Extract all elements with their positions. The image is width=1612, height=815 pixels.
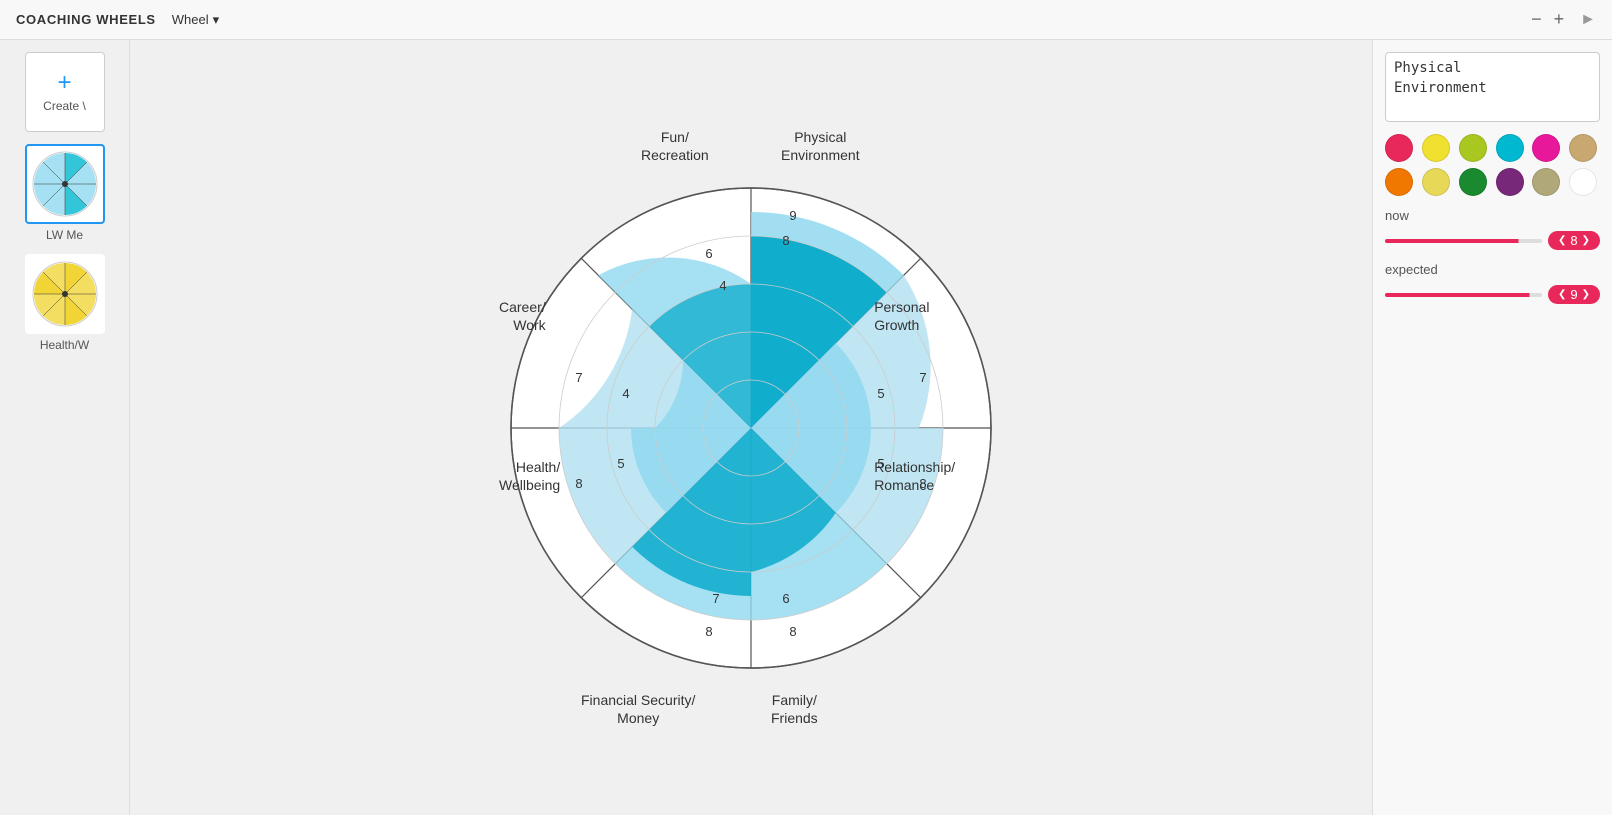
health-thumbnail[interactable] (25, 254, 105, 334)
chevron-down-icon: ▾ (213, 12, 220, 28)
label-personal-growth: PersonalGrowth (874, 298, 929, 334)
color-swatch-orange[interactable] (1385, 168, 1413, 196)
color-swatch-magenta[interactable] (1532, 134, 1560, 162)
svg-text:5: 5 (617, 456, 624, 471)
color-swatch-khaki[interactable] (1532, 168, 1560, 196)
svg-text:7: 7 (575, 370, 582, 385)
now-slider-row: ❮ 8 ❯ (1385, 231, 1600, 250)
color-swatch-tan[interactable] (1569, 134, 1597, 162)
zoom-out-button[interactable]: − (1531, 9, 1542, 30)
svg-text:6: 6 (782, 591, 789, 606)
now-slider-badge: ❮ 8 ❯ (1548, 231, 1600, 250)
expected-chevron-left[interactable]: ❮ (1558, 289, 1566, 300)
sidebar-item-health[interactable]: Health/W (25, 254, 105, 352)
create-label: Create \ (43, 99, 86, 113)
label-relationship-romance: Relationship/Romance (874, 458, 955, 494)
right-panel: Physical Environment now ❮ 8 (1372, 40, 1612, 815)
color-swatch-light-yellow[interactable] (1422, 168, 1450, 196)
zoom-controls: − + (1531, 9, 1564, 30)
label-physical-environment: PhysicalEnvironment (781, 128, 860, 164)
svg-text:4: 4 (719, 278, 726, 293)
expected-chevron-right[interactable]: ❯ (1582, 289, 1590, 300)
color-swatch-white[interactable] (1569, 168, 1597, 196)
svg-text:8: 8 (575, 476, 582, 491)
label-family-friends: Family/Friends (771, 691, 818, 727)
sidebar: + Create \ (0, 40, 130, 815)
now-slider-section: now ❮ 8 ❯ (1385, 208, 1600, 250)
wheel-container: 9 8 7 5 8 5 8 6 8 7 8 5 7 4 (471, 118, 1031, 738)
segment-name-input[interactable]: Physical Environment (1385, 52, 1600, 122)
svg-text:8: 8 (782, 233, 789, 248)
color-swatch-yellow-green[interactable] (1459, 134, 1487, 162)
now-slider-track[interactable] (1385, 239, 1542, 243)
lw-me-label: LW Me (46, 228, 83, 242)
color-palette (1385, 134, 1600, 196)
svg-text:9: 9 (789, 208, 796, 223)
sidebar-item-lw-me[interactable]: LW Me (25, 144, 105, 242)
svg-text:4: 4 (622, 386, 629, 401)
svg-text:6: 6 (705, 246, 712, 261)
wheel-menu-button[interactable]: Wheel ▾ (172, 12, 219, 28)
topnav: COACHING WHEELS Wheel ▾ − + ► (0, 0, 1612, 40)
create-wheel-button[interactable]: + Create \ (25, 52, 105, 132)
lw-me-thumbnail[interactable] (25, 144, 105, 224)
plus-icon: + (57, 71, 71, 95)
now-chevron-left[interactable]: ❮ (1558, 235, 1566, 246)
app-title: COACHING WHEELS (16, 12, 156, 27)
canvas: 9 8 7 5 8 5 8 6 8 7 8 5 7 4 (130, 40, 1372, 815)
color-swatch-purple[interactable] (1496, 168, 1524, 196)
color-swatch-green[interactable] (1459, 168, 1487, 196)
expected-slider-badge: ❮ 9 ❯ (1548, 285, 1600, 304)
svg-text:5: 5 (877, 386, 884, 401)
main-content: + Create \ (0, 40, 1612, 815)
label-career-work: Career/Work (499, 298, 546, 334)
send-button[interactable]: ► (1580, 11, 1596, 29)
svg-text:7: 7 (919, 370, 926, 385)
expected-slider-section: expected ❮ 9 ❯ (1385, 262, 1600, 304)
svg-text:8: 8 (705, 624, 712, 639)
expected-label: expected (1385, 262, 1600, 277)
svg-text:7: 7 (712, 591, 719, 606)
color-swatch-cyan[interactable] (1496, 134, 1524, 162)
coaching-wheel-svg[interactable]: 9 8 7 5 8 5 8 6 8 7 8 5 7 4 (471, 118, 1031, 738)
svg-text:8: 8 (789, 624, 796, 639)
now-label: now (1385, 208, 1600, 223)
color-swatch-hot-pink[interactable] (1385, 134, 1413, 162)
expected-value: 9 (1570, 287, 1577, 302)
now-value: 8 (1570, 233, 1577, 248)
expected-slider-row: ❮ 9 ❯ (1385, 285, 1600, 304)
label-health-wellbeing: Health/Wellbeing (499, 458, 560, 494)
expected-slider-track[interactable] (1385, 293, 1542, 297)
label-financial-security: Financial Security/Money (581, 691, 695, 727)
color-swatch-yellow[interactable] (1422, 134, 1450, 162)
now-chevron-right[interactable]: ❯ (1582, 235, 1590, 246)
health-label: Health/W (40, 338, 89, 352)
zoom-in-button[interactable]: + (1554, 9, 1565, 30)
label-fun-recreation: Fun/Recreation (641, 128, 709, 164)
